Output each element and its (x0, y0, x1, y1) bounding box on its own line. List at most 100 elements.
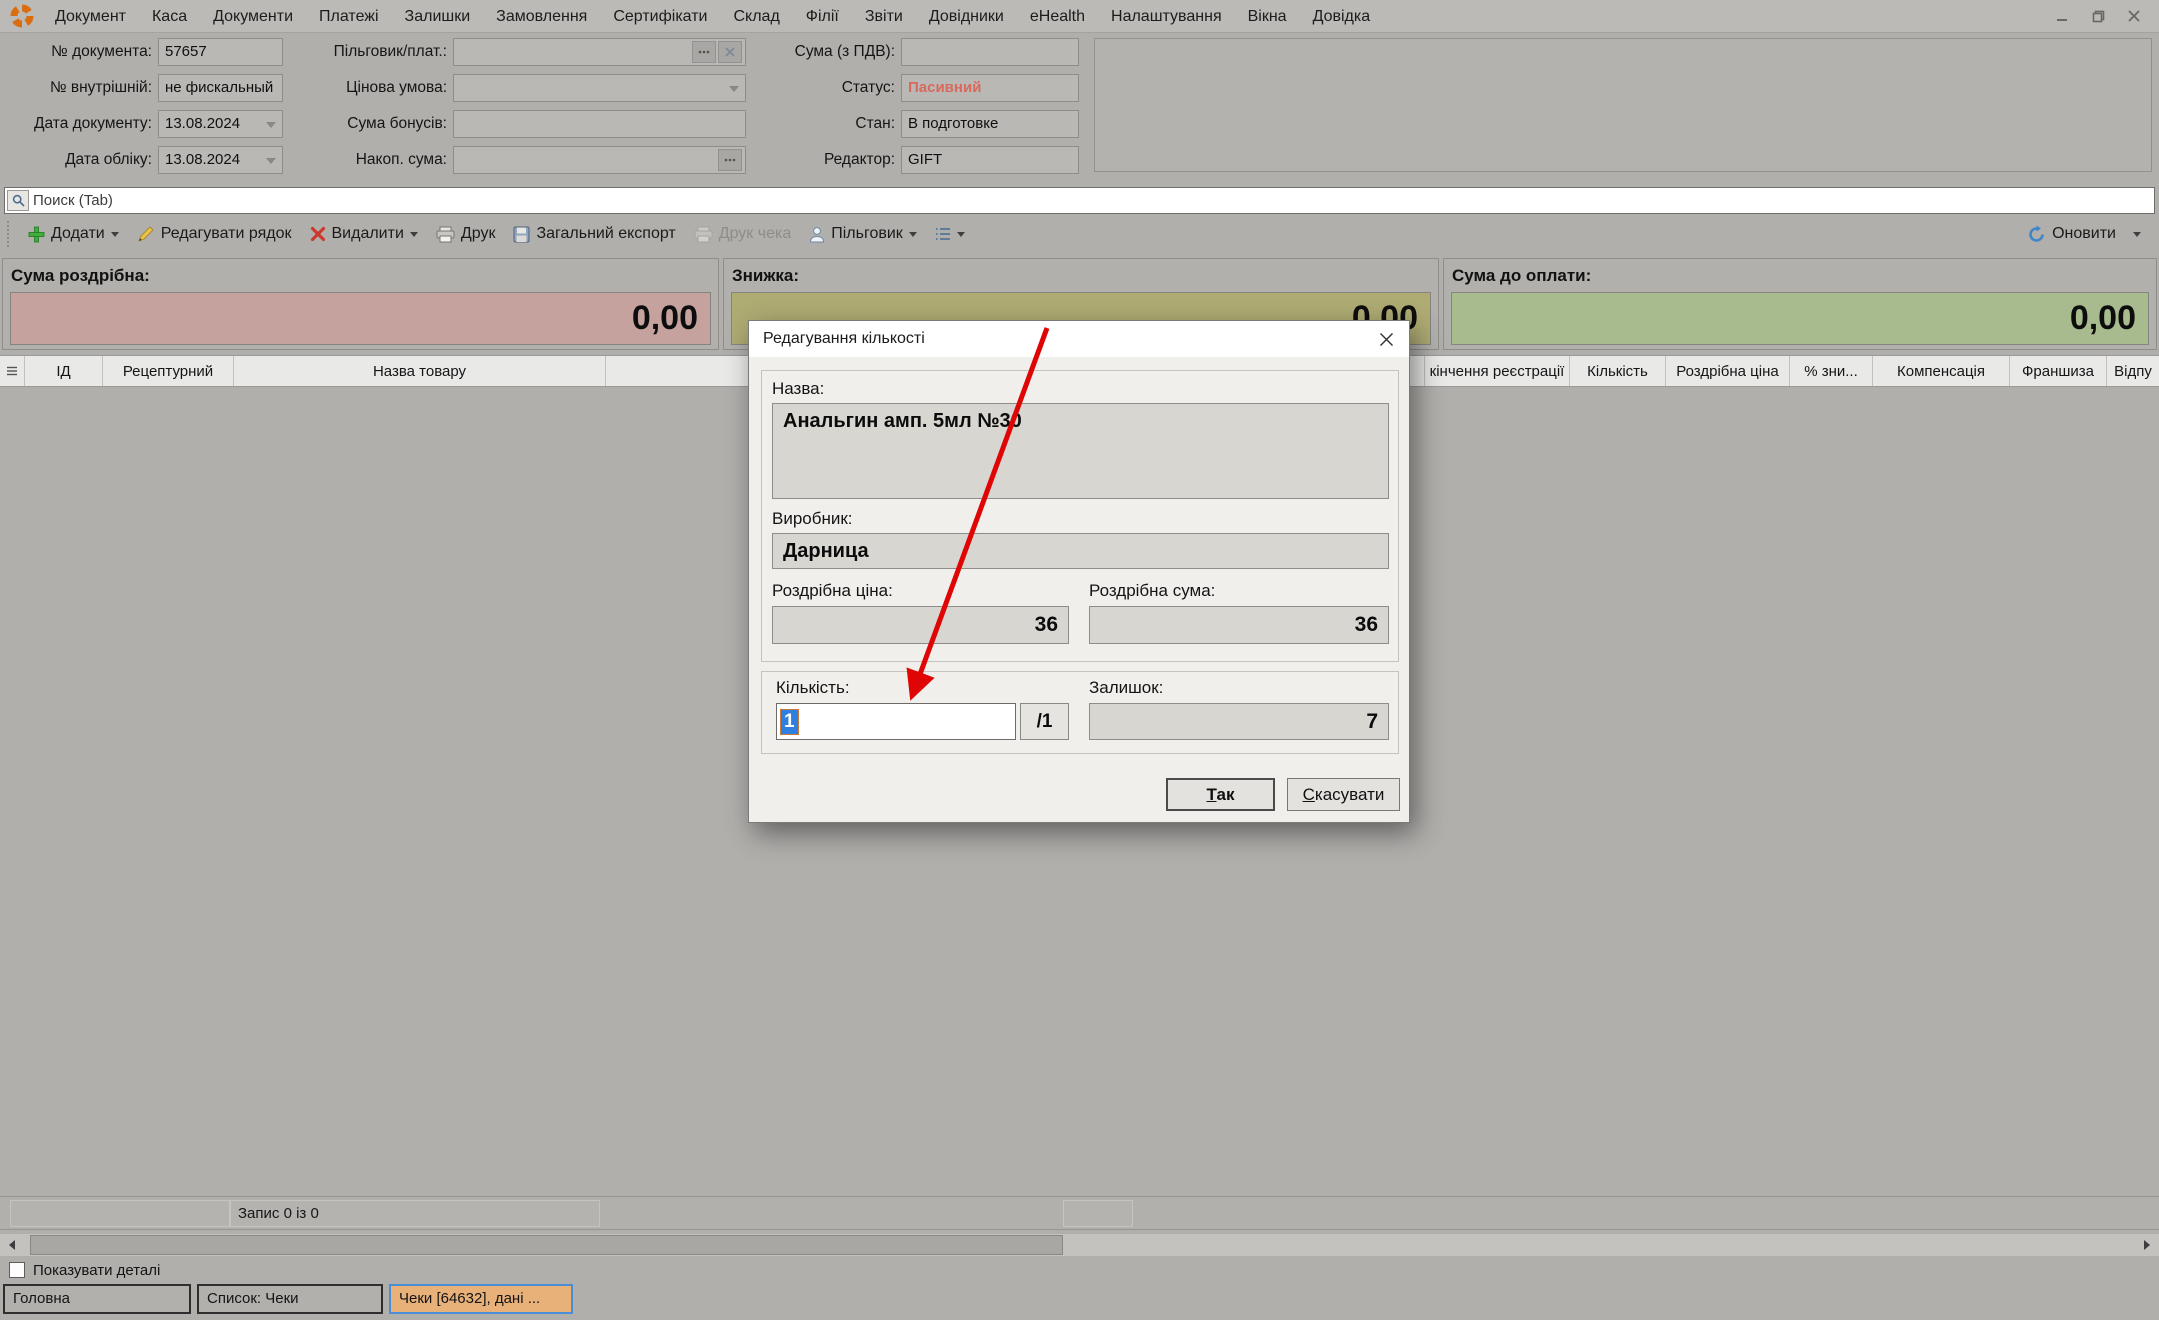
column-header-id[interactable]: ІД (25, 356, 103, 386)
column-header-franchise[interactable]: Франшиза (2010, 356, 2107, 386)
beneficiary-button[interactable]: Пільговик (800, 219, 926, 249)
close-window-button[interactable] (2123, 7, 2145, 25)
product-name-box: Анальгин амп. 5мл №30 (772, 403, 1389, 499)
chevron-down-icon[interactable] (729, 86, 739, 92)
chevron-down-icon[interactable] (266, 122, 276, 128)
ok-button[interactable]: Так (1166, 778, 1275, 811)
internal-number-field[interactable]: не фискальный (158, 74, 283, 102)
accum-sum-label: Накоп. сума: (290, 146, 447, 174)
minimize-button[interactable] (2051, 7, 2073, 25)
scrollbar-thumb[interactable] (30, 1235, 1063, 1255)
column-header-product-name[interactable]: Назва товару (234, 356, 606, 386)
menu-directories[interactable]: Довідники (916, 0, 1017, 33)
menu-stock-balance[interactable]: Залишки (392, 0, 484, 33)
search-input[interactable]: Поиск (Tab) (33, 192, 113, 209)
beneficiary-button-label: Пільговик (831, 225, 903, 243)
sum-vat-field[interactable] (901, 38, 1079, 66)
beneficiary-field[interactable] (453, 38, 746, 66)
menu-payments[interactable]: Платежі (306, 0, 392, 33)
price-condition-select[interactable] (453, 74, 746, 102)
doc-number-field[interactable]: 57657 (158, 38, 283, 66)
scroll-right-icon[interactable] (2135, 1234, 2159, 1256)
grid-properties-icon[interactable] (0, 356, 25, 386)
column-header-discount-pct[interactable]: % зни... (1790, 356, 1873, 386)
acc-date-field[interactable]: 13.08.2024 (158, 146, 283, 174)
list-icon (935, 227, 951, 241)
dropdown-arrow-icon (410, 232, 418, 237)
menu-branches[interactable]: Філії (793, 0, 852, 33)
editor-field: GIFT (901, 146, 1079, 174)
list-options-button[interactable] (926, 219, 974, 249)
menu-warehouse[interactable]: Склад (720, 0, 792, 33)
tab-main[interactable]: Головна (3, 1284, 191, 1314)
stock-box: 7 (1089, 703, 1389, 740)
menu-documents[interactable]: Документи (200, 0, 306, 33)
refresh-button[interactable]: Оновити (2018, 219, 2125, 249)
restore-button[interactable] (2087, 7, 2109, 25)
menu-settings[interactable]: Налаштування (1098, 0, 1235, 33)
summary-topay-value: 0,00 (1451, 292, 2149, 345)
person-icon (809, 226, 825, 243)
column-header-compensation[interactable]: Компенсація (1873, 356, 2010, 386)
edit-row-button[interactable]: Редагувати рядок (128, 219, 301, 249)
column-header-registration-end[interactable]: кінчення реєстрації (1425, 356, 1570, 386)
summary-retail-panel: Сума роздрібна: 0,00 (2, 258, 719, 350)
acc-date-label: Дата обліку: (0, 146, 152, 174)
tab-receipt-data[interactable]: Чеки [64632], дані ... (389, 1284, 573, 1314)
accum-sum-field[interactable] (453, 146, 746, 174)
add-button[interactable]: Додати (19, 219, 128, 249)
print-button[interactable]: Друк (427, 219, 505, 249)
menu-windows[interactable]: Вікна (1235, 0, 1300, 33)
search-bar[interactable]: Поиск (Tab) (4, 187, 2155, 214)
column-header-prescription[interactable]: Рецептурний (103, 356, 234, 386)
clear-icon[interactable] (718, 41, 742, 63)
floppy-icon (513, 226, 530, 243)
dialog-title-bar[interactable]: Редагування кількості (749, 321, 1409, 357)
menu-kasa[interactable]: Каса (139, 0, 200, 33)
cancel-button[interactable]: Скасувати (1287, 778, 1400, 811)
show-details-label: Показувати деталі (33, 1262, 160, 1279)
red-x-icon (310, 226, 326, 242)
menu-orders[interactable]: Замовлення (483, 0, 600, 33)
scroll-left-icon[interactable] (0, 1234, 24, 1256)
doc-number-label: № документа: (0, 38, 152, 66)
cancel-button-label: касувати (1315, 785, 1384, 804)
cancel-button-mnemonic: С (1303, 785, 1315, 804)
summary-retail-label: Сума роздрібна: (3, 259, 718, 286)
edit-quantity-dialog: Редагування кількості Назва: Анальгин ам… (748, 320, 1410, 823)
menu-ehealth[interactable]: eHealth (1017, 0, 1098, 33)
close-icon[interactable] (1363, 321, 1409, 357)
show-details-checkbox[interactable] (9, 1262, 25, 1278)
dropdown-arrow-icon[interactable] (2133, 232, 2141, 237)
printer-icon (694, 226, 713, 243)
internal-number-label: № внутрішній: (0, 74, 152, 102)
lookup-ellipsis-button[interactable] (718, 149, 742, 171)
refresh-icon (2027, 225, 2046, 244)
ok-button-label: ак (1217, 785, 1235, 804)
column-header-retail-price[interactable]: Роздрібна ціна (1666, 356, 1790, 386)
horizontal-scrollbar[interactable] (0, 1234, 2159, 1256)
bonus-sum-field[interactable] (453, 110, 746, 138)
bonus-sum-label: Сума бонусів: (290, 110, 447, 138)
delete-button[interactable]: Видалити (301, 219, 427, 249)
menu-help[interactable]: Довідка (1300, 0, 1384, 33)
toolbar-drag-handle[interactable] (5, 221, 11, 247)
sum-vat-label: Сума (з ПДВ): (740, 38, 895, 66)
column-header-quantity[interactable]: Кількість (1570, 356, 1666, 386)
add-button-label: Додати (51, 225, 105, 243)
export-button[interactable]: Загальний експорт (504, 219, 684, 249)
menu-certificates[interactable]: Сертифікати (600, 0, 720, 33)
menu-document[interactable]: Документ (42, 0, 139, 33)
chevron-down-icon[interactable] (266, 158, 276, 164)
lookup-ellipsis-button[interactable] (692, 41, 716, 63)
tab-list-receipts[interactable]: Список: Чеки (197, 1284, 383, 1314)
menu-reports[interactable]: Звіти (852, 0, 916, 33)
price-condition-label: Цінова умова: (290, 74, 447, 102)
print-receipt-button[interactable]: Друк чека (685, 219, 800, 249)
status-badge: Пасивний (908, 79, 981, 96)
retail-sum-box: 36 (1089, 606, 1389, 644)
doc-date-field[interactable]: 13.08.2024 (158, 110, 283, 138)
column-header-dispense[interactable]: Відпу (2107, 356, 2159, 386)
quantity-input[interactable]: 1 (776, 703, 1016, 740)
menu-bar: Документ Каса Документи Платежі Залишки … (0, 0, 2159, 33)
